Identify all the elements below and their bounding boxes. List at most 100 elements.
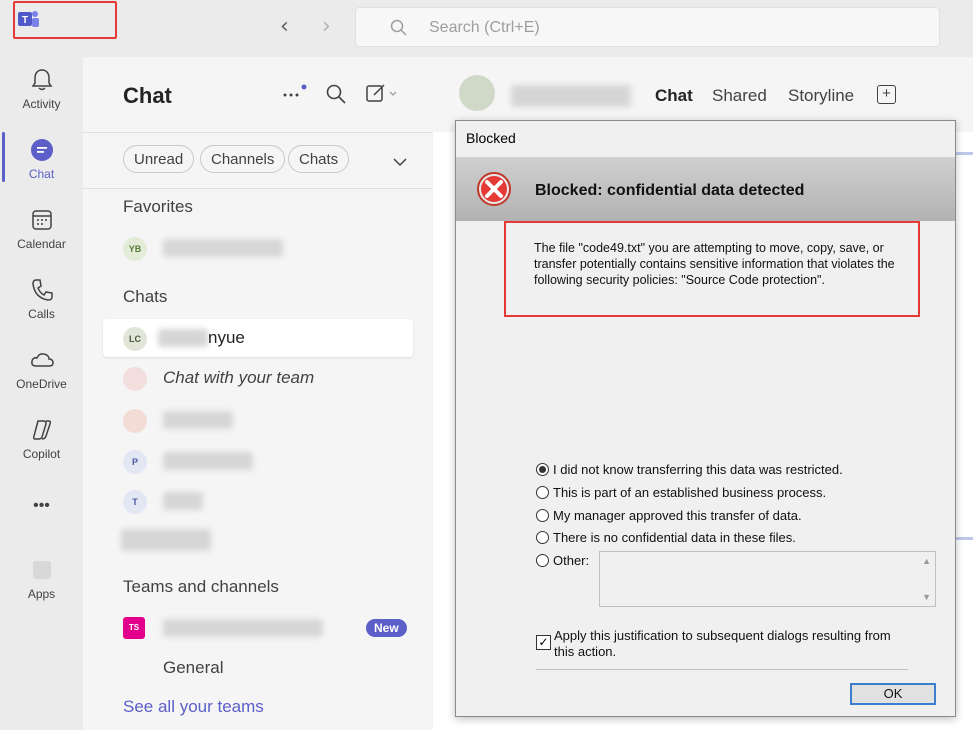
rail-label: Apps (27, 587, 56, 601)
option-label: I did not know transferring this data wa… (553, 462, 843, 477)
ok-button[interactable]: OK (850, 683, 936, 705)
rail-item-onedrive[interactable]: OneDrive (0, 347, 83, 407)
team-row[interactable]: TS New (103, 609, 413, 647)
tab-shared[interactable]: Shared (712, 86, 767, 106)
option-label: Other: (553, 553, 590, 568)
cloud-icon (30, 353, 54, 367)
chat-row[interactable]: Chat with your team (103, 359, 413, 397)
option-business-process[interactable]: This is part of an established business … (536, 485, 826, 503)
avatar: LC (123, 327, 147, 351)
search-input[interactable]: Search (Ctrl+E) (355, 7, 940, 47)
divider (536, 669, 908, 670)
chat-row-selected[interactable]: LC nyue (103, 319, 413, 357)
radio-button[interactable] (536, 554, 549, 567)
teams-header[interactable]: Teams and channels (123, 577, 279, 597)
radio-button[interactable] (536, 509, 549, 522)
teams-window: T ‹ › Search (Ctrl+E) Activity Chat Cale… (0, 0, 973, 730)
error-icon (477, 172, 511, 206)
option-label: There is no confidential data in these f… (553, 530, 796, 545)
chat-row[interactable]: T (103, 482, 413, 520)
avatar (459, 75, 495, 111)
rail-item-apps[interactable]: Apps (0, 557, 83, 617)
apps-icon (32, 561, 51, 579)
filter-channels[interactable]: Channels (200, 145, 286, 173)
option-no-confidential[interactable]: There is no confidential data in these f… (536, 530, 796, 548)
back-arrow-icon[interactable]: ‹ (280, 14, 289, 39)
chat-name: nyue (208, 328, 245, 347)
rail-label: Calendar (17, 237, 66, 251)
redacted-name (163, 411, 233, 429)
redacted-name (163, 619, 323, 637)
filter-unread[interactable]: Unread (123, 145, 195, 173)
rail-label: Activity (22, 97, 61, 111)
search-icon[interactable] (325, 83, 347, 105)
radio-button[interactable] (536, 486, 549, 499)
rail-label: OneDrive (16, 377, 67, 391)
panel-title: Chat (123, 83, 172, 108)
rail-item-calendar[interactable]: Calendar (0, 207, 83, 267)
channel-row[interactable]: General (103, 649, 413, 687)
teams-header-label: Teams and channels (123, 577, 279, 596)
radio-button[interactable] (536, 531, 549, 544)
bell-icon (31, 69, 52, 91)
redacted-name (163, 239, 283, 257)
copilot-icon (32, 420, 51, 440)
option-label: My manager approved this transfer of dat… (553, 508, 802, 523)
chat-row[interactable]: P (103, 442, 413, 480)
chat-row[interactable] (103, 521, 413, 559)
title-bar: T ‹ › Search (Ctrl+E) (0, 0, 973, 57)
radio-button[interactable] (536, 463, 549, 476)
chat-row[interactable]: YB (103, 229, 413, 267)
chats-header[interactable]: Chats (123, 287, 167, 307)
dialog-banner: Blocked: confidential data detected (456, 157, 955, 221)
scroll-down-icon[interactable]: ▼ (922, 592, 931, 602)
option-other[interactable]: Other: (536, 553, 589, 571)
new-chat-icon[interactable] (365, 83, 399, 105)
phone-icon (31, 279, 53, 301)
other-justification-input[interactable]: ▲ ▼ (599, 551, 936, 607)
dialog-message: The file "code49.txt" you are attempting… (534, 241, 895, 287)
redacted-name (158, 329, 208, 347)
scroll-up-icon[interactable]: ▲ (922, 556, 931, 566)
avatar: P (123, 450, 147, 474)
rail-label: Calls (28, 307, 55, 321)
option-manager-approved[interactable]: My manager approved this transfer of dat… (536, 508, 802, 526)
rail-item-activity[interactable]: Activity (0, 67, 83, 127)
tab-storyline[interactable]: Storyline (788, 86, 854, 106)
add-tab-button[interactable]: + (877, 85, 896, 104)
rail-label: Chat (28, 167, 55, 181)
favorites-header[interactable]: Favorites (123, 197, 193, 217)
message-edge (953, 537, 973, 540)
rail-label: Copilot (22, 447, 61, 461)
channel-name: General (163, 658, 224, 677)
tab-chat[interactable]: Chat (655, 86, 693, 106)
forward-arrow-icon[interactable]: › (322, 14, 331, 39)
option-label: This is part of an established business … (553, 485, 827, 500)
avatar: YB (123, 237, 147, 261)
chat-list-panel: Chat Unread Channels Chats Favorites YB … (83, 57, 433, 730)
more-apps-button[interactable]: ••• (0, 497, 83, 527)
avatar: T (123, 490, 147, 514)
more-options-icon[interactable] (281, 83, 307, 103)
chevron-down-icon[interactable] (392, 157, 408, 167)
rail-item-chat[interactable]: Chat (0, 137, 83, 197)
search-placeholder: Search (Ctrl+E) (429, 19, 540, 36)
rail-item-calls[interactable]: Calls (0, 277, 83, 337)
redacted-name (121, 529, 211, 551)
redacted-name (511, 85, 631, 107)
apply-checkbox[interactable]: ✓ (536, 635, 551, 650)
team-avatar: TS (123, 617, 145, 639)
message-edge (953, 152, 973, 155)
rail-item-copilot[interactable]: Copilot (0, 417, 83, 477)
redacted-name (163, 492, 203, 510)
chat-row[interactable] (103, 401, 413, 439)
filter-row: Unread Channels Chats (83, 132, 433, 189)
option-not-know[interactable]: I did not know transferring this data wa… (536, 462, 843, 480)
chat-icon (30, 139, 53, 161)
teams-logo-icon[interactable]: T (16, 8, 40, 30)
new-badge: New (366, 619, 407, 637)
filter-chats[interactable]: Chats (288, 145, 350, 173)
see-all-teams-link[interactable]: See all your teams (123, 697, 264, 717)
team-avatar-icon (123, 367, 147, 391)
dialog-heading: Blocked: confidential data detected (535, 182, 805, 199)
